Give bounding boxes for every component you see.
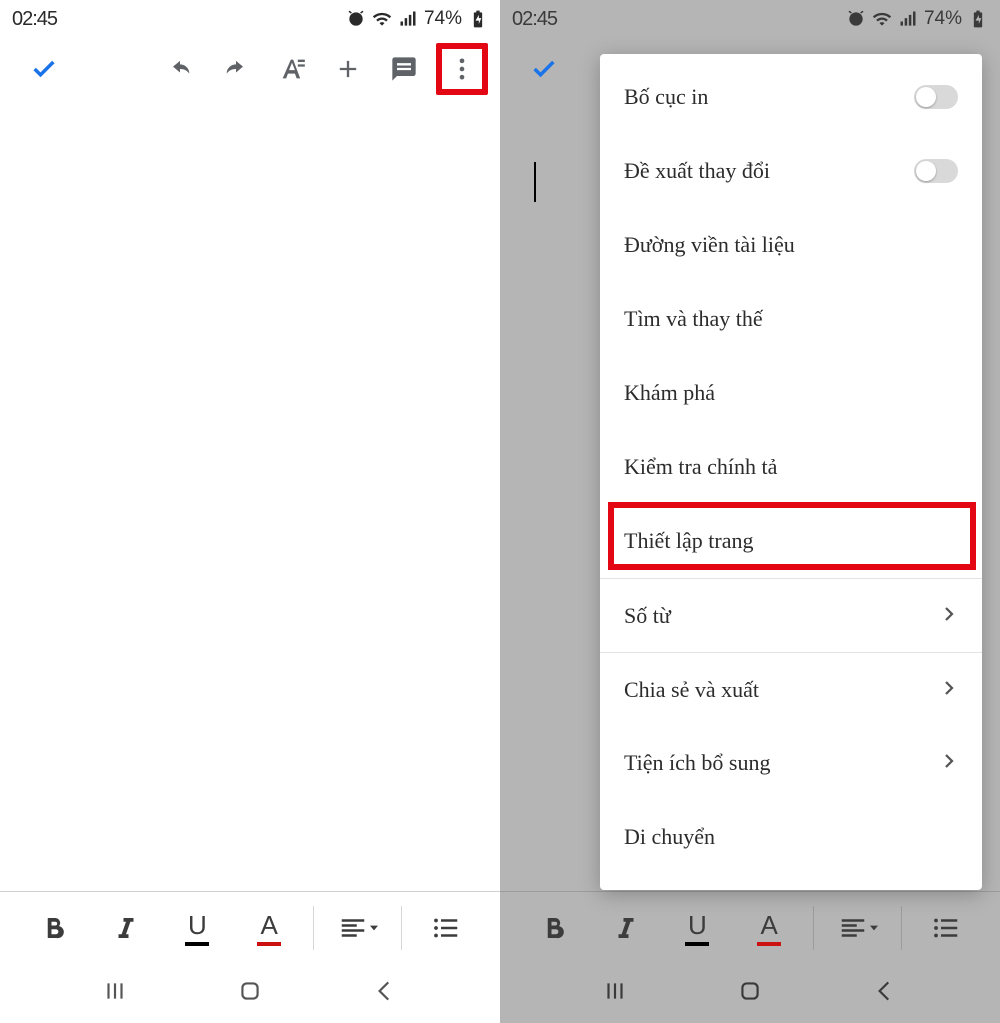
alarm-icon [846, 9, 866, 29]
text-cursor [534, 162, 536, 202]
list-button[interactable] [418, 904, 474, 952]
menu-item-label: Tìm và thay thế [624, 306, 763, 332]
more-button[interactable] [442, 49, 482, 89]
screen-right: 02:45 74% U A Bố cục in [500, 0, 1000, 1023]
format-bar: U A [500, 891, 1000, 963]
format-bar-separator [401, 906, 402, 950]
redo-button[interactable] [212, 45, 260, 93]
menu-item-label: Chia sẻ và xuất [624, 677, 759, 703]
format-bar-separator [813, 906, 814, 950]
menu-item-label: Thiết lập trang [624, 528, 754, 554]
menu-item-label: Tiện ích bổ sung [624, 750, 770, 776]
undo-button[interactable] [156, 45, 204, 93]
menu-find-replace[interactable]: Tìm và thay thế [600, 282, 982, 356]
menu-document-outline[interactable]: Đường viền tài liệu [600, 208, 982, 282]
status-time: 02:45 [12, 8, 57, 31]
toggle-suggest-changes[interactable] [914, 159, 958, 183]
menu-share-export[interactable]: Chia sẻ và xuất [600, 652, 982, 726]
status-bar: 02:45 74% [500, 0, 1000, 38]
chevron-right-icon [940, 603, 958, 629]
recents-button[interactable] [602, 978, 628, 1009]
comment-button[interactable] [380, 45, 428, 93]
menu-addons[interactable]: Tiện ích bổ sung [600, 726, 982, 800]
alarm-icon [346, 9, 366, 29]
wifi-icon [872, 9, 892, 29]
menu-item-label: Kiểm tra chính tả [624, 454, 777, 480]
signal-icon [898, 9, 918, 29]
done-button[interactable] [20, 45, 68, 93]
system-nav-bar [0, 963, 500, 1023]
signal-icon [398, 9, 418, 29]
list-button[interactable] [918, 904, 974, 952]
format-bar-separator [313, 906, 314, 950]
menu-print-layout[interactable]: Bố cục in [600, 60, 982, 134]
wifi-icon [372, 9, 392, 29]
screen-left: 02:45 74% U A [0, 0, 500, 1023]
status-time: 02:45 [512, 8, 557, 31]
recents-button[interactable] [102, 978, 128, 1009]
status-battery: 74% [924, 8, 962, 30]
italic-button[interactable] [98, 904, 154, 952]
overflow-menu: Bố cục in Đề xuất thay đổi Đường viền tà… [600, 54, 982, 890]
align-button[interactable] [330, 904, 386, 952]
battery-charging-icon [468, 9, 488, 29]
underline-button[interactable]: U [169, 904, 225, 952]
top-toolbar [0, 38, 500, 100]
battery-charging-icon [968, 9, 988, 29]
text-format-button[interactable] [268, 45, 316, 93]
underline-button[interactable]: U [669, 904, 725, 952]
format-bar-separator [901, 906, 902, 950]
chevron-right-icon [940, 750, 958, 776]
back-button[interactable] [372, 978, 398, 1009]
home-button[interactable] [237, 978, 263, 1009]
menu-item-label: Khám phá [624, 380, 715, 406]
menu-spell-check[interactable]: Kiểm tra chính tả [600, 430, 982, 504]
menu-suggest-changes[interactable]: Đề xuất thay đổi [600, 134, 982, 208]
menu-item-label: Đường viền tài liệu [624, 232, 795, 258]
back-button[interactable] [872, 978, 898, 1009]
toggle-print-layout[interactable] [914, 85, 958, 109]
status-icons: 74% [846, 8, 988, 30]
menu-item-label: Số từ [624, 603, 671, 629]
bold-button[interactable] [26, 904, 82, 952]
format-bar: U A [0, 891, 500, 963]
menu-page-setup[interactable]: Thiết lập trang [600, 504, 982, 578]
status-icons: 74% [346, 8, 488, 30]
italic-button[interactable] [598, 904, 654, 952]
chevron-right-icon [940, 677, 958, 703]
menu-move[interactable]: Di chuyển [600, 800, 982, 874]
done-button[interactable] [520, 45, 568, 93]
insert-button[interactable] [324, 45, 372, 93]
status-battery: 74% [424, 8, 462, 30]
menu-item-label: Bố cục in [624, 84, 708, 110]
text-color-button[interactable]: A [741, 904, 797, 952]
document-canvas[interactable] [0, 100, 500, 891]
bold-button[interactable] [526, 904, 582, 952]
menu-word-count[interactable]: Số từ [600, 578, 982, 652]
menu-item-label: Đề xuất thay đổi [624, 158, 770, 184]
menu-item-label: Di chuyển [624, 824, 715, 850]
menu-explore[interactable]: Khám phá [600, 356, 982, 430]
align-button[interactable] [830, 904, 886, 952]
more-button-highlight [436, 43, 488, 95]
status-bar: 02:45 74% [0, 0, 500, 38]
system-nav-bar [500, 963, 1000, 1023]
home-button[interactable] [737, 978, 763, 1009]
text-color-button[interactable]: A [241, 904, 297, 952]
